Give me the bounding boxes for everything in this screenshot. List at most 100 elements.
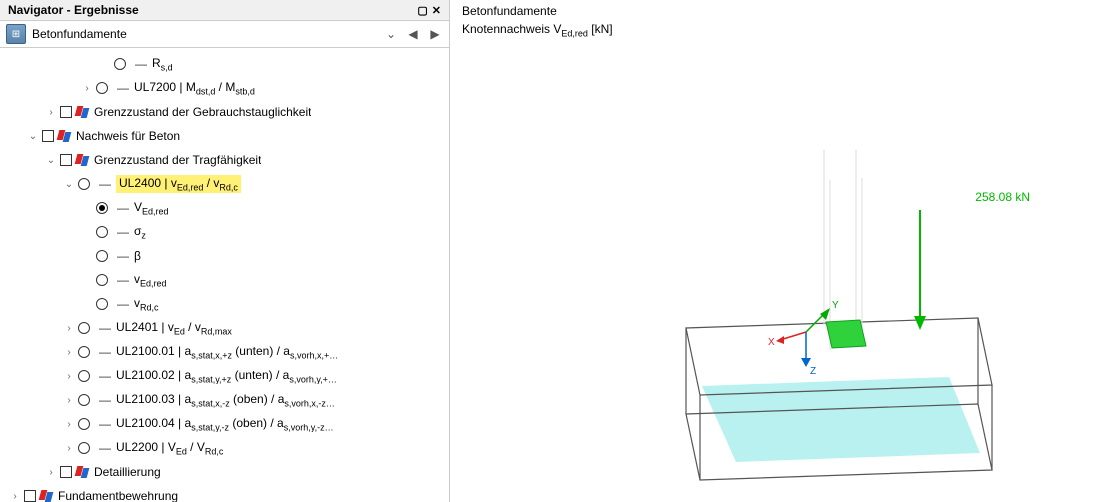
navigator-category: Betonfundamente (32, 27, 377, 41)
prev-icon[interactable]: ◀ (405, 26, 421, 42)
tree-label: UL2400 | vEd,red / vRd,c (116, 175, 241, 193)
tree-row[interactable]: ›—UL2200 | VEd / VRd,c (0, 436, 449, 460)
chevron-right-icon[interactable]: › (8, 489, 22, 502)
next-icon[interactable]: ▶ (427, 26, 443, 42)
tree-row[interactable]: ›—UL2100.01 | as,stat,x,+z (unten) / as,… (0, 340, 449, 364)
tree-row[interactable]: — vRd,c (0, 292, 449, 316)
chevron-right-icon[interactable]: › (62, 345, 76, 359)
tree-label: Grenzzustand der Gebrauchstauglichkeit (94, 105, 311, 119)
tree-label: UL2100.04 | as,stat,y,-z (oben) / as,vor… (116, 416, 334, 432)
radio[interactable] (114, 58, 126, 70)
flag-icon (40, 490, 54, 502)
dash-icon: — (99, 393, 111, 407)
chevron-right-icon[interactable]: › (80, 81, 94, 95)
navigator-header: Navigator - Ergebnisse ▢ ✕ (0, 0, 449, 21)
radio[interactable] (96, 202, 108, 214)
tree-row[interactable]: ⌄ Nachweis für Beton (0, 124, 449, 148)
tree-row[interactable]: ⌄—UL2400 | vEd,red / vRd,c (0, 172, 449, 196)
tree-row[interactable]: › Grenzzustand der Gebrauchstauglichkeit (0, 100, 449, 124)
chevron-right-icon[interactable]: › (62, 393, 76, 407)
close-icon[interactable]: ✕ (432, 4, 441, 17)
flag-icon (76, 154, 90, 166)
dash-icon: — (117, 273, 129, 287)
radio[interactable] (78, 442, 90, 454)
tree-label: Rs,d (152, 56, 173, 72)
tree-label: vRd,c (134, 296, 159, 312)
dash-icon: — (135, 57, 147, 71)
radio[interactable] (96, 82, 108, 94)
tree-row[interactable]: — σz (0, 220, 449, 244)
tree-label: UL2100.03 | as,stat,x,-z (oben) / as,vor… (116, 392, 335, 408)
scene-3d: X Y Z (630, 150, 1030, 490)
chevron-right-icon[interactable]: › (44, 465, 58, 479)
dash-icon: — (99, 417, 111, 431)
radio[interactable] (78, 346, 90, 358)
checkbox[interactable] (24, 490, 36, 502)
tree-row[interactable]: › Detaillierung (0, 460, 449, 484)
tree-label: σz (134, 224, 146, 240)
tree-row[interactable]: › Fundamentbewehrung (0, 484, 449, 502)
chevron-down-icon[interactable]: ⌄ (62, 177, 76, 191)
chevron-right-icon[interactable]: › (62, 369, 76, 383)
viewport-3d[interactable]: Betonfundamente Knotennachweis VEd,red [… (450, 0, 1112, 502)
tree-label: Grenzzustand der Tragfähigkeit (94, 153, 261, 167)
checkbox[interactable] (42, 130, 54, 142)
radio[interactable] (96, 226, 108, 238)
viewport-title: Betonfundamente (462, 4, 557, 18)
chevron-right-icon[interactable]: › (44, 105, 58, 119)
tree-row[interactable]: ⌄ Grenzzustand der Tragfähigkeit (0, 148, 449, 172)
navigator-toolbar: ⊞ Betonfundamente ⌄ ◀ ▶ (0, 21, 449, 48)
dash-icon: — (99, 369, 111, 383)
tree-row[interactable]: ›—UL2401 | vEd / vRd,max (0, 316, 449, 340)
tree-row[interactable]: › — UL2100.03 | as,stat,x,-z (oben) / as,v… (0, 388, 449, 412)
tree-row[interactable]: — Rs,d (0, 52, 449, 76)
tree-row[interactable]: › — UL2100.02 | as,stat,y,+z (unten) / as,… (0, 364, 449, 388)
tree-label: UL2100.02 | as,stat,y,+z (unten) / as,vo… (116, 368, 337, 384)
tree-row[interactable]: — vEd,red (0, 268, 449, 292)
dash-icon: — (117, 225, 129, 239)
tree-label: Fundamentbewehrung (58, 489, 178, 502)
foundation-icon: ⊞ (6, 24, 26, 44)
tree-label: vEd,red (134, 272, 167, 288)
pin-icon[interactable]: ▢ (417, 4, 427, 17)
dash-icon: — (99, 441, 111, 455)
dash-icon: — (117, 249, 129, 263)
axis-y-label: Y (832, 300, 839, 311)
dash-icon: — (117, 201, 129, 215)
tree-row[interactable]: — VEd,red (0, 196, 449, 220)
checkbox[interactable] (60, 106, 72, 118)
chevron-right-icon[interactable]: › (62, 321, 76, 335)
viewport-subtitle: Knotennachweis VEd,red [kN] (462, 22, 613, 38)
checkbox[interactable] (60, 154, 72, 166)
tree-row[interactable]: › — UL7200 | Mdst,d / Mstb,d (0, 76, 449, 100)
tree-row[interactable]: —β (0, 244, 449, 268)
tree-label: β (134, 249, 141, 263)
radio[interactable] (78, 370, 90, 382)
dash-icon: — (99, 321, 111, 335)
radio[interactable] (96, 250, 108, 262)
radio[interactable] (96, 298, 108, 310)
tree-label: VEd,red (134, 200, 169, 216)
dash-icon: — (117, 81, 129, 95)
tree-label: UL7200 | Mdst,d / Mstb,d (134, 80, 255, 96)
chevron-down-icon[interactable]: ⌄ (44, 153, 58, 167)
dropdown-icon[interactable]: ⌄ (383, 26, 399, 42)
radio[interactable] (78, 322, 90, 334)
chevron-right-icon[interactable]: › (62, 417, 76, 431)
radio[interactable] (96, 274, 108, 286)
dash-icon: — (99, 345, 111, 359)
flag-icon (76, 106, 90, 118)
navigator-panel: Navigator - Ergebnisse ▢ ✕ ⊞ Betonfundam… (0, 0, 450, 502)
chevron-down-icon[interactable]: ⌄ (26, 129, 40, 143)
chevron-right-icon[interactable]: › (62, 441, 76, 455)
dash-icon: — (117, 297, 129, 311)
result-tree[interactable]: —Rs,d›—UL7200 | Mdst,d / Mstb,d›Grenzzus… (0, 48, 449, 502)
tree-label: Detaillierung (94, 465, 161, 479)
radio[interactable] (78, 178, 90, 190)
radio[interactable] (78, 418, 90, 430)
flag-icon (58, 130, 72, 142)
checkbox[interactable] (60, 466, 72, 478)
tree-label: Nachweis für Beton (76, 129, 180, 143)
radio[interactable] (78, 394, 90, 406)
tree-row[interactable]: › — UL2100.04 | as,stat,y,-z (oben) / as,v… (0, 412, 449, 436)
